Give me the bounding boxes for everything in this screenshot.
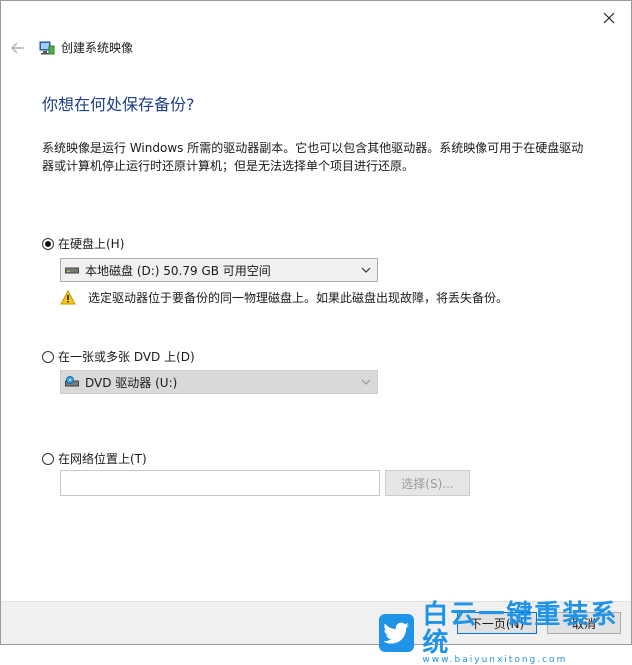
radio-dvd[interactable]: 在一张或多张 DVD 上(D): [42, 348, 195, 365]
warning-message: 选定驱动器位于要备份的同一物理磁盘上。如果此磁盘出现故障，将丢失备份。: [60, 289, 508, 306]
wizard-header: 创建系统映像: [39, 39, 133, 56]
dvd-select-value: DVD 驱动器 (U:): [85, 375, 178, 390]
warning-text: 选定驱动器位于要备份的同一物理磁盘上。如果此磁盘出现故障，将丢失备份。: [88, 291, 509, 305]
radio-button[interactable]: [42, 452, 54, 465]
wizard-window: 创建系统映像 你想在何处保存备份? 系统映像是运行 Windows 所需的驱动器…: [0, 0, 632, 665]
radio-network-label: 在网络位置上(T): [58, 452, 147, 466]
radio-button[interactable]: [42, 350, 54, 363]
select-network-button[interactable]: 选择(S)...: [385, 470, 470, 496]
close-button[interactable]: [595, 7, 623, 29]
watermark-url: www.baiyunxitong.com: [422, 655, 568, 665]
hard-disk-select[interactable]: 本地磁盘 (D:) 50.79 GB 可用空间: [60, 258, 378, 282]
chevron-down-icon: [361, 267, 371, 273]
footer-bar: 下一页(N) 取消: [1, 601, 631, 644]
next-button[interactable]: 下一页(N): [457, 612, 537, 634]
back-arrow-icon: [11, 42, 24, 54]
network-location-input[interactable]: [60, 470, 380, 496]
hard-disk-select-value: 本地磁盘 (D:) 50.79 GB 可用空间: [85, 263, 271, 278]
radio-network[interactable]: 在网络位置上(T): [42, 450, 147, 467]
back-button[interactable]: [9, 39, 27, 57]
backup-computer-icon: [39, 41, 55, 54]
dvd-select[interactable]: DVD 驱动器 (U:): [60, 370, 378, 394]
radio-hard-disk[interactable]: 在硬盘上(H): [42, 235, 124, 252]
drive-icon: [65, 267, 79, 274]
radio-hard-disk-label: 在硬盘上(H): [58, 237, 125, 251]
radio-button-selected[interactable]: [42, 237, 54, 250]
dvd-drive-icon: [65, 376, 79, 387]
page-heading: 你想在何处保存备份?: [42, 95, 195, 114]
wizard-title: 创建系统映像: [61, 41, 134, 55]
radio-dvd-label: 在一张或多张 DVD 上(D): [58, 350, 195, 364]
close-icon: [603, 12, 615, 24]
cancel-button[interactable]: 取消: [547, 612, 621, 634]
warning-icon: [60, 290, 76, 305]
description-text: 系统映像是运行 Windows 所需的驱动器副本。它也可以包含其他驱动器。系统映…: [42, 141, 584, 173]
chevron-down-icon: [361, 379, 371, 385]
